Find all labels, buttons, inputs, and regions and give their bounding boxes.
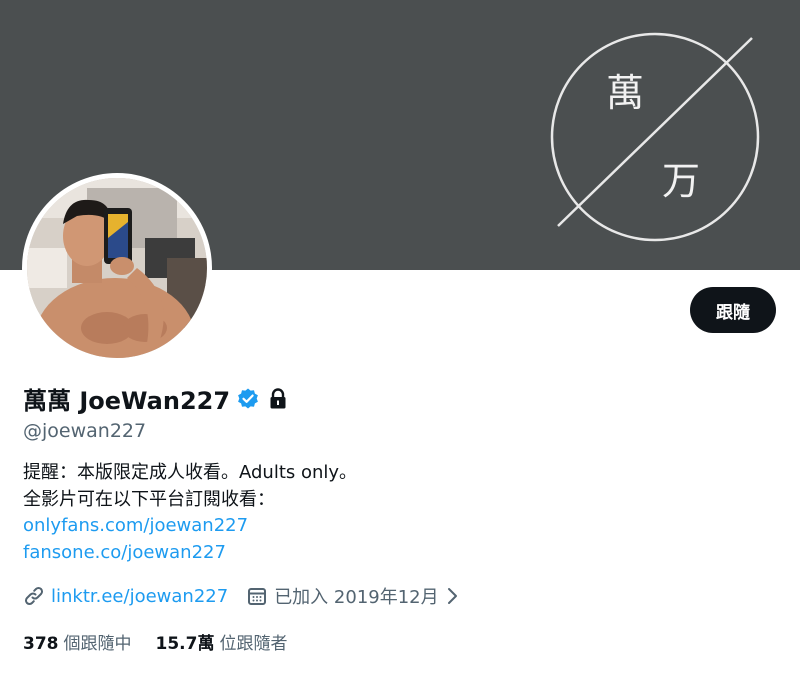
bio-link-onlyfans[interactable]: onlyfans.com/joewan227 (23, 513, 357, 540)
following-count: 378 (23, 634, 59, 654)
profile-avatar[interactable] (22, 173, 212, 363)
bio-link-fansone[interactable]: fansone.co/joewan227 (23, 540, 357, 567)
followers-label: 位跟隨者 (219, 634, 288, 654)
followers-stat[interactable]: 15.7萬 位跟隨者 (156, 629, 288, 654)
chevron-right-icon (445, 587, 459, 605)
profile-handle: @joewan227 (23, 420, 147, 442)
profile-meta-row: linktr.ee/joewan227 已加入 2019年12月 (23, 583, 483, 609)
link-icon (23, 585, 45, 607)
verified-badge-icon[interactable] (236, 387, 260, 411)
followers-count: 15.7萬 (155, 634, 215, 654)
joined-item[interactable]: 已加入 2019年12月 (246, 583, 464, 609)
profile-stats: 378 個跟隨中 15.7萬 位跟隨者 (23, 629, 311, 654)
profile-name-row: 萬萬 JoeWan227 (23, 381, 288, 416)
calendar-icon (246, 585, 268, 607)
bio-line-1: 提醒：本版限定成人收看。Adults only。 (23, 462, 358, 483)
profile-bio: 提醒：本版限定成人收看。Adults only。 全影片可在以下平台訂閱收看： … (23, 460, 357, 566)
website-item: linktr.ee/joewan227 (23, 585, 228, 607)
banner-glyph-bottom: 万 (662, 159, 701, 203)
website-link[interactable]: linktr.ee/joewan227 (51, 586, 228, 607)
banner-glyph-top: 萬 (606, 71, 645, 115)
joined-date: 已加入 2019年12月 (274, 587, 439, 608)
following-label: 個跟隨中 (63, 634, 132, 654)
lock-icon (268, 387, 288, 410)
follow-button[interactable]: 跟隨 (690, 287, 776, 333)
display-name: 萬萬 JoeWan227 (23, 387, 231, 415)
bio-line-2: 全影片可在以下平台訂閱收看： (23, 488, 275, 510)
avatar-photo (27, 178, 207, 358)
following-stat[interactable]: 378 個跟隨中 (23, 629, 132, 654)
